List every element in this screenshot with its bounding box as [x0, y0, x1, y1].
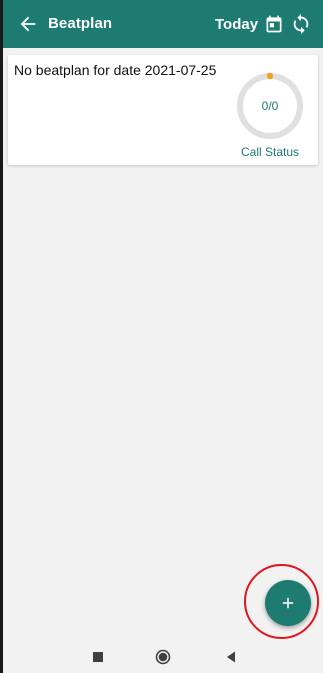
today-button[interactable]: Today — [215, 8, 284, 40]
calendar-icon — [266, 15, 282, 33]
no-beatplan-message: No beatplan for date 2021-07-25 — [14, 62, 217, 78]
call-progress-text: 0/0 — [261, 99, 279, 113]
plus-icon — [282, 597, 294, 609]
arrow-left-icon[interactable] — [17, 13, 39, 35]
add-beatplan-button[interactable] — [265, 580, 311, 626]
circle-icon[interactable] — [154, 648, 172, 666]
call-status-label: Call Status — [240, 145, 300, 159]
beatplan-screen: Beatplan Today No beatplan for date 2021… — [3, 0, 323, 673]
app-bar: Beatplan Today — [3, 0, 323, 48]
page-title: Beatplan — [48, 15, 113, 32]
today-label: Today — [215, 15, 259, 33]
beatplan-card[interactable]: No beatplan for date 2021-07-25 0/0 Call… — [8, 55, 318, 165]
square-icon[interactable] — [89, 648, 107, 666]
sync-icon[interactable] — [290, 13, 312, 35]
system-nav-bar — [3, 640, 323, 673]
triangle-back-icon[interactable] — [222, 648, 240, 666]
